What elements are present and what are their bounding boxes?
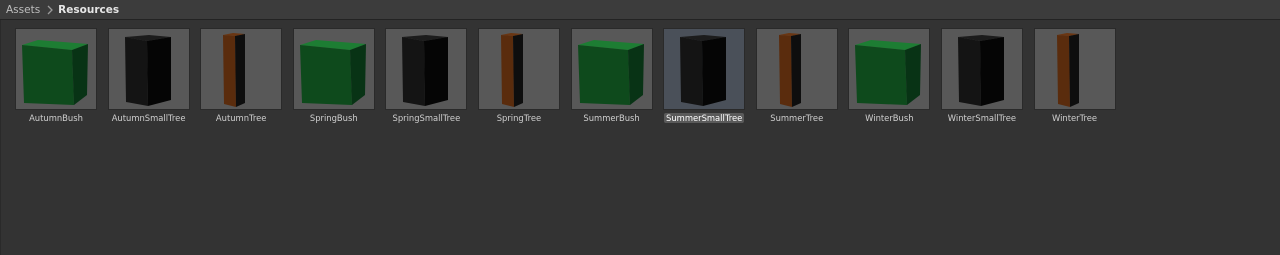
asset-label: AutumnTree [215, 113, 267, 123]
project-browser: Assets Resources AutumnBush AutumnSmallT… [0, 0, 1280, 255]
asset-label: SpringTree [496, 113, 542, 123]
asset-label: SummerSmallTree [664, 113, 745, 123]
asset-item[interactable]: WinterTree [1033, 28, 1116, 123]
asset-item[interactable]: SpringTree [477, 28, 560, 123]
asset-item[interactable]: SpringBush [292, 28, 375, 123]
asset-label: SummerBush [583, 113, 640, 123]
tree-trunk-icon [1033, 28, 1116, 110]
asset-grid: AutumnBush AutumnSmallTree AutumnTree Sp… [15, 28, 1275, 123]
asset-label: SpringBush [309, 113, 358, 123]
small-tree-block-icon [940, 28, 1023, 110]
asset-label: SummerTree [770, 113, 824, 123]
tree-trunk-icon [477, 28, 560, 110]
asset-item[interactable]: WinterSmallTree [940, 28, 1023, 123]
asset-item[interactable]: SummerTree [755, 28, 838, 123]
asset-item[interactable]: AutumnTree [200, 28, 283, 123]
breadcrumb-assets[interactable]: Assets [0, 4, 40, 16]
asset-item[interactable]: SummerSmallTree [663, 28, 746, 123]
breadcrumb: Assets Resources [0, 0, 1280, 20]
asset-label: AutumnBush [29, 113, 83, 123]
breadcrumb-resources[interactable]: Resources [58, 4, 119, 16]
chevron-right-icon [44, 4, 56, 16]
bush-cube-icon [15, 28, 97, 110]
asset-label: WinterBush [865, 113, 914, 123]
asset-label: WinterTree [1052, 113, 1098, 123]
asset-label: WinterSmallTree [947, 113, 1017, 123]
tree-trunk-icon [200, 28, 283, 110]
asset-item[interactable]: WinterBush [848, 28, 931, 123]
bush-cube-icon [570, 28, 653, 110]
asset-label: AutumnSmallTree [111, 113, 186, 123]
asset-item[interactable]: AutumnSmallTree [107, 28, 190, 123]
bush-cube-icon [848, 28, 931, 110]
tree-trunk-icon [755, 28, 838, 110]
small-tree-block-icon [107, 28, 190, 110]
asset-label: SpringSmallTree [392, 113, 461, 123]
bush-cube-icon [292, 28, 375, 110]
asset-item[interactable]: AutumnBush [15, 28, 97, 123]
small-tree-block-icon [663, 28, 746, 110]
asset-item[interactable]: SpringSmallTree [385, 28, 468, 123]
asset-item[interactable]: SummerBush [570, 28, 653, 123]
small-tree-block-icon [385, 28, 468, 110]
panel-divider [0, 20, 1, 255]
